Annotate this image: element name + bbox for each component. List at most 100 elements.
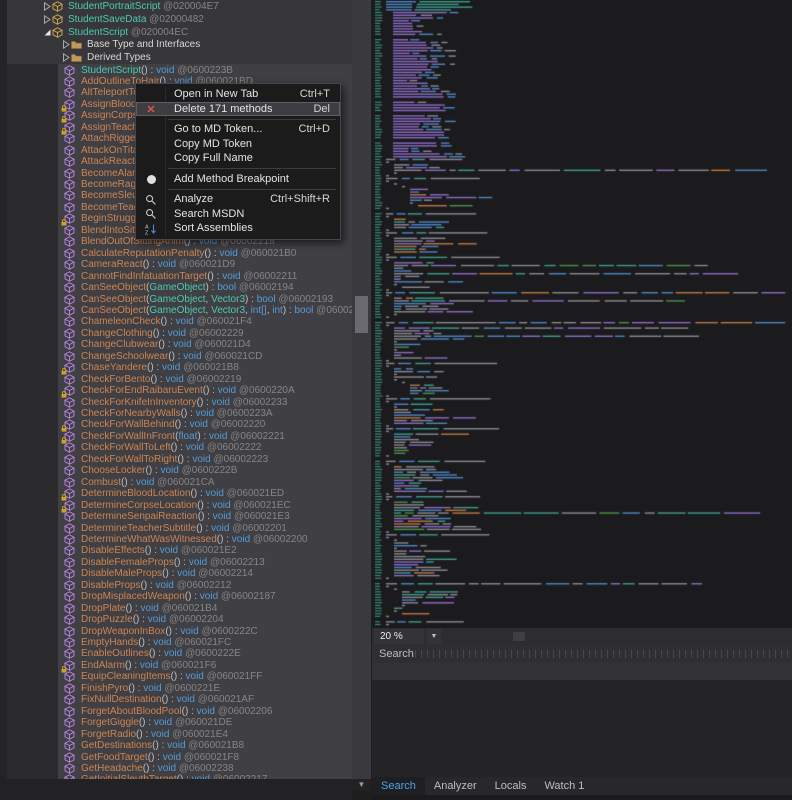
tab-watch-1[interactable]: Watch 1 <box>535 777 593 795</box>
search-panel-title: Search <box>379 648 414 660</box>
tree-left-margin <box>0 0 7 779</box>
method-icon <box>64 76 75 87</box>
expander-icon[interactable] <box>43 28 52 37</box>
tab-search[interactable]: Search <box>372 777 425 795</box>
method-icon <box>64 190 75 201</box>
magnifier-icon <box>143 193 159 206</box>
sort-az-icon: AZ <box>145 223 157 235</box>
class-icon <box>52 14 63 25</box>
scrollbar-thumb[interactable] <box>355 296 368 333</box>
method-icon <box>64 87 75 98</box>
method-signature: DetermineTeacherSubtitle() : void @06002… <box>81 523 287 534</box>
method-icon <box>64 294 75 305</box>
menu-item-search-msdn[interactable]: Search MSDN <box>136 207 340 222</box>
method-icon <box>64 580 75 591</box>
class-icon <box>52 1 63 12</box>
menu-item-add-method-breakpoint[interactable]: Add Method Breakpoint <box>136 172 340 187</box>
method-icon <box>64 706 75 717</box>
method-icon <box>64 729 75 740</box>
method-signature: GetFoodTarget() : void @060021F8 <box>81 752 239 763</box>
zoom-dropdown-button[interactable]: ▼ <box>427 629 441 644</box>
method-icon <box>64 614 75 625</box>
menu-separator <box>168 168 336 169</box>
method-icon <box>64 477 75 488</box>
method-signature: StudentScript() : void @0600223B <box>81 65 233 76</box>
class-icon <box>52 27 63 38</box>
method-signature: DropWeaponInBox() : void @0600222C <box>81 626 258 637</box>
magnifier-icon <box>145 194 157 206</box>
method-signature: ForgetRadio() : void @060021E4 <box>81 729 228 740</box>
menu-item-copy-md-token[interactable]: Copy MD Token <box>136 137 340 152</box>
menu-item-copy-full-name[interactable]: Copy Full Name <box>136 151 340 166</box>
method-icon <box>64 545 75 556</box>
method-icon <box>64 454 75 465</box>
search-results-area[interactable] <box>372 680 792 777</box>
tree-node-label: StudentSaveData @02000482 <box>68 14 204 25</box>
method-signature: CheckForWallToRight() : void @06002223 <box>81 454 268 465</box>
method-signature: CheckForWallInFront(float) : void @06002… <box>81 431 285 442</box>
method-signature: ChaseYandere() : void @060021B8 <box>81 362 239 373</box>
horizontal-scrollbar-thumb[interactable] <box>513 632 525 641</box>
folder-icon <box>71 39 82 50</box>
expander-expanded-icon <box>43 28 52 37</box>
method-icon <box>64 282 75 293</box>
bottom-left-strip <box>0 779 352 800</box>
method-icon <box>64 557 75 568</box>
menu-item-label: Search MSDN <box>174 208 244 220</box>
search-panel-header: Search <box>372 645 792 663</box>
menu-item-delete-171-methods[interactable]: ✕Delete 171 methodsDel <box>136 102 340 117</box>
method-icon <box>64 225 75 236</box>
zoom-level-value[interactable]: 20 % <box>374 629 424 644</box>
menu-item-go-to-md-token[interactable]: Go to MD Token...Ctrl+D <box>136 122 340 137</box>
method-icon <box>64 190 75 201</box>
method-icon <box>64 248 75 259</box>
expander-icon[interactable] <box>62 53 71 62</box>
method-signature: DetermineSenpaiReaction() : void @060021… <box>81 511 290 522</box>
scrollbar-down-arrow-icon[interactable]: ▼ <box>352 779 371 791</box>
method-icon <box>64 477 75 488</box>
method-icon <box>64 557 75 568</box>
delete-x-icon: ✕ <box>143 103 159 116</box>
menu-item-open-in-new-tab[interactable]: Open in New Tab Ctrl+T <box>136 87 340 102</box>
method-icon <box>64 339 75 350</box>
menu-icon-empty <box>143 152 159 165</box>
column-grip-dots <box>415 650 788 658</box>
tree-node-label: Base Type and Interfaces <box>87 39 200 50</box>
method-icon <box>64 694 75 705</box>
method-signature: Combust() : void @060021CA <box>81 477 215 488</box>
method-icon <box>64 568 75 579</box>
menu-item-shortcut: Ctrl+T <box>300 88 330 100</box>
search-input[interactable] <box>372 663 792 680</box>
method-signature: CheckForEndRaibaruEvent() : void @060022… <box>81 385 295 396</box>
menu-separator <box>168 119 336 120</box>
menu-item-sort-assemblies[interactable]: AZSort Assemblies <box>136 221 340 236</box>
context-menu: Open in New Tab Ctrl+T ✕Delete 171 methods… <box>135 83 341 240</box>
method-icon <box>64 442 75 453</box>
method-icon <box>64 271 75 282</box>
class-icon <box>52 14 63 25</box>
method-icon <box>64 706 75 717</box>
method-icon <box>64 614 75 625</box>
tree-vertical-scrollbar[interactable] <box>352 0 371 779</box>
expander-collapsed-icon <box>62 40 71 49</box>
method-icon <box>64 76 75 87</box>
menu-item-label: Open in New Tab <box>174 88 258 100</box>
menu-item-analyze[interactable]: AnalyzeCtrl+Shift+R <box>136 192 340 207</box>
menu-icon-empty <box>143 138 159 151</box>
tab-analyzer[interactable]: Analyzer <box>425 777 486 795</box>
method-icon <box>64 168 75 179</box>
method-icon <box>64 626 75 637</box>
expander-icon[interactable] <box>43 15 52 24</box>
method-signature: FixNullDestination() : void @060021AF <box>81 694 254 705</box>
expander-icon[interactable] <box>43 2 52 11</box>
tab-locals[interactable]: Locals <box>486 777 536 795</box>
expander-icon[interactable] <box>62 40 71 49</box>
method-icon <box>64 328 75 339</box>
code-editor[interactable] <box>372 0 792 628</box>
method-icon <box>64 65 75 76</box>
method-icon <box>64 671 75 682</box>
method-icon <box>64 694 75 705</box>
menu-item-shortcut: Ctrl+D <box>299 123 330 135</box>
method-icon <box>64 683 75 694</box>
method-icon <box>64 591 75 602</box>
